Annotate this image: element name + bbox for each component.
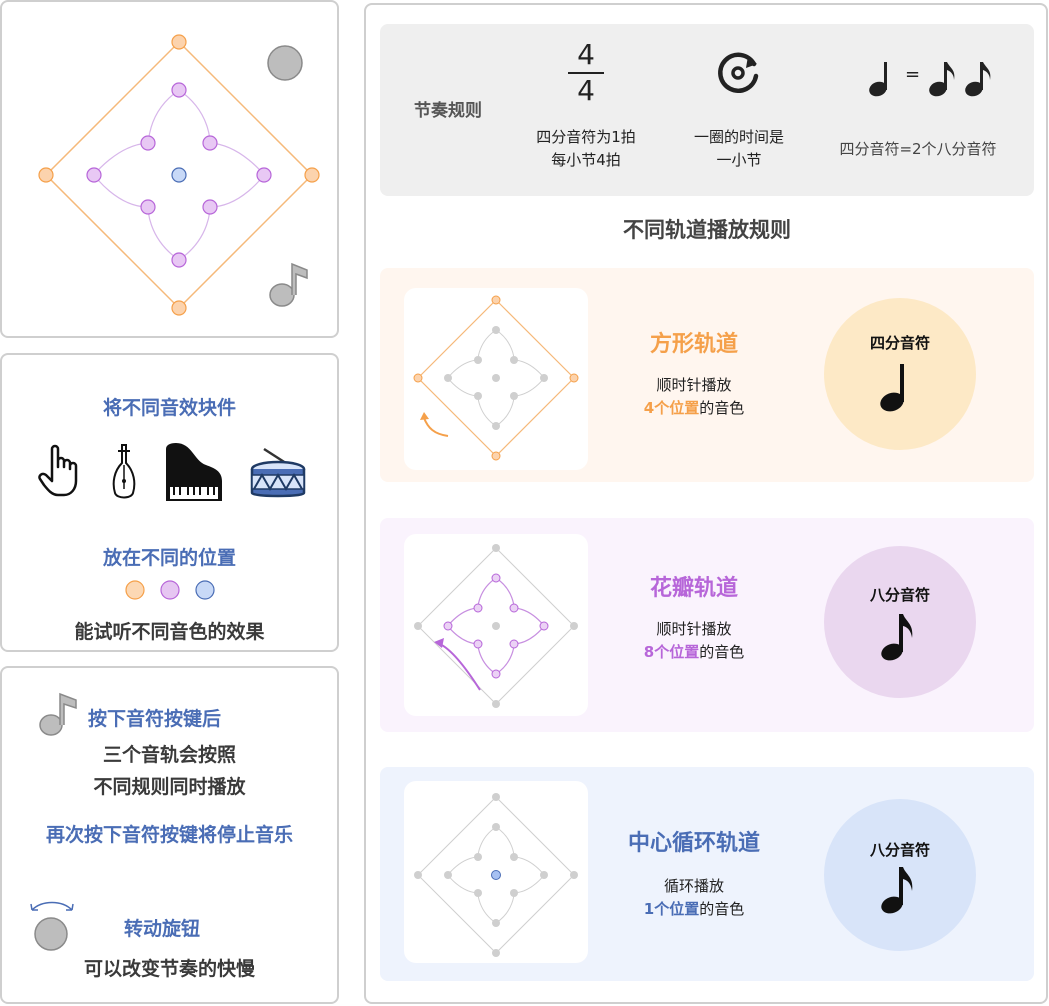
rule2-line2: 一小节 bbox=[716, 151, 762, 169]
time-signature: 4 4 bbox=[566, 40, 606, 106]
step3-desc-line2: 不同规则同时播放 bbox=[93, 776, 246, 798]
track-title: 中心循环轨道 bbox=[627, 831, 760, 856]
step3-title: 按下音符按键后 bbox=[88, 708, 222, 730]
rule1-line2: 每小节4拍 bbox=[551, 151, 621, 169]
note-badge: 四分音符 bbox=[824, 298, 976, 450]
track-desc: 顺时针播放 8个位置的音色 bbox=[594, 618, 794, 664]
knob-icon bbox=[30, 901, 74, 951]
rhythm-rules-box: 节奏规则 4 4 四分音符为1拍 每小节4拍 一圈的时间是 一小节 = 四分音符… bbox=[380, 24, 1034, 196]
equals-sign: = bbox=[905, 64, 921, 85]
center-track-thumbnail bbox=[404, 781, 588, 963]
note-label: 八分音符 bbox=[869, 586, 930, 604]
time-sig-top: 4 bbox=[577, 38, 595, 71]
music-note-icon bbox=[39, 692, 77, 736]
sound-blocks-panel: 将不同音效块件 放在不同的位置 能试听不同音色的效果 bbox=[0, 353, 339, 652]
square-track-thumbnail bbox=[404, 288, 588, 470]
board-diagram-panel bbox=[0, 0, 339, 338]
time-sig-bottom: 4 bbox=[577, 74, 595, 107]
step2-title: 放在不同的位置 bbox=[102, 547, 236, 569]
note-badge: 八分音符 bbox=[824, 546, 976, 698]
rule3-text: 四分音符=2个八分音符 bbox=[839, 140, 997, 158]
track-desc: 顺时针播放 4个位置的音色 bbox=[594, 374, 794, 420]
track-color-dots bbox=[125, 580, 215, 600]
hand-pointer-icon[interactable] bbox=[38, 443, 84, 499]
step4-desc: 可以改变节奏的快慢 bbox=[83, 958, 255, 980]
rhythm-label: 节奏规则 bbox=[414, 101, 482, 121]
track-title: 花瓣轨道 bbox=[649, 576, 738, 601]
eighth-note-icon bbox=[881, 614, 913, 661]
pipa-icon[interactable] bbox=[110, 441, 138, 503]
track-suffix: 的音色 bbox=[699, 643, 745, 661]
track-highlight: 4个位置 bbox=[643, 399, 700, 417]
rule1-line1: 四分音符为1拍 bbox=[536, 128, 636, 146]
knob-icon[interactable] bbox=[267, 45, 303, 81]
rule2-line1: 一圈的时间是 bbox=[693, 128, 784, 146]
tracks-heading: 不同轨道播放规则 bbox=[623, 218, 791, 242]
quarter-note-icon bbox=[869, 62, 887, 97]
piano-icon[interactable] bbox=[164, 443, 224, 503]
track-desc-line1: 顺时针播放 bbox=[656, 620, 732, 638]
loop-icon bbox=[718, 52, 759, 94]
track-highlight: 8个位置 bbox=[643, 643, 700, 661]
quarter-note-icon bbox=[880, 364, 904, 412]
track-title: 方形轨道 bbox=[649, 332, 738, 357]
track-desc-line1: 顺时针播放 bbox=[656, 376, 732, 394]
rule2-text: 一圈的时间是 一小节 bbox=[666, 126, 812, 172]
drum-icon[interactable] bbox=[250, 445, 306, 503]
eighth-note-icon bbox=[881, 867, 913, 914]
eighth-note-icon bbox=[965, 62, 991, 97]
track-suffix: 的音色 bbox=[699, 399, 745, 417]
step1-title: 将不同音效块件 bbox=[102, 397, 236, 419]
track-highlight: 1个位置 bbox=[643, 900, 700, 918]
track-card-petal: 花瓣轨道 顺时针播放 8个位置的音色 八分音符 bbox=[380, 518, 1034, 732]
step2-desc: 能试听不同音色的效果 bbox=[74, 621, 265, 643]
track-desc-line1: 循环播放 bbox=[663, 877, 724, 895]
step3-desc-line1: 三个音轨会按照 bbox=[102, 744, 236, 766]
eighth-note-icon bbox=[929, 62, 955, 97]
rule1-text: 四分音符为1拍 每小节4拍 bbox=[510, 126, 662, 172]
track-desc: 循环播放 1个位置的音色 bbox=[594, 875, 794, 921]
step4-title: 转动旋钮 bbox=[124, 918, 201, 940]
step3-stop: 再次按下音符按键将停止音乐 bbox=[45, 824, 293, 846]
note-label: 四分音符 bbox=[869, 334, 930, 352]
instructions-panel: 按下音符按键后 三个音轨会按照 不同规则同时播放 再次按下音符按键将停止音乐 转… bbox=[0, 666, 339, 1004]
board-diagram bbox=[38, 34, 320, 316]
note-label: 八分音符 bbox=[869, 841, 930, 859]
track-card-center: 中心循环轨道 循环播放 1个位置的音色 八分音符 bbox=[380, 767, 1034, 981]
track-card-square: 方形轨道 顺时针播放 4个位置的音色 四分音符 bbox=[380, 268, 1034, 482]
center-track-dot bbox=[171, 167, 187, 183]
track-suffix: 的音色 bbox=[699, 900, 745, 918]
petal-track-thumbnail bbox=[404, 534, 588, 716]
music-note-icon[interactable] bbox=[269, 262, 308, 307]
note-badge: 八分音符 bbox=[824, 799, 976, 951]
